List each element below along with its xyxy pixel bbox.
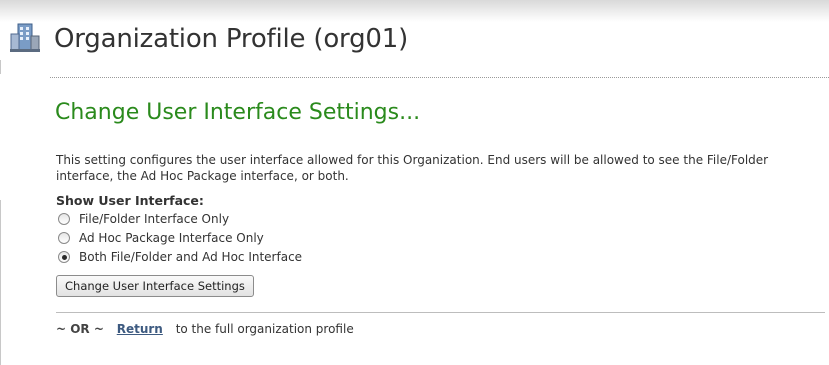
option-label: Both File/Folder and Ad Hoc Interface — [79, 250, 303, 264]
option-file-folder-only[interactable]: File/Folder Interface Only — [58, 211, 229, 227]
option-label: Ad Hoc Package Interface Only — [79, 231, 264, 245]
show-interface-label: Show User Interface: — [56, 193, 204, 208]
organization-building-icon — [10, 23, 40, 52]
return-link[interactable]: Return — [117, 322, 163, 336]
left-edge-line — [0, 200, 1, 365]
or-separator: ~ OR ~ — [56, 322, 104, 336]
change-settings-button[interactable]: Change User Interface Settings — [56, 275, 254, 297]
option-both-interfaces[interactable]: Both File/Folder and Ad Hoc Interface — [58, 249, 302, 265]
footer-divider — [56, 312, 825, 313]
title-divider — [50, 77, 829, 78]
footer-line: ~ OR ~ Return to the full organization p… — [56, 322, 354, 336]
section-description: This setting configures the user interfa… — [56, 153, 769, 183]
radio-file-folder-only[interactable] — [58, 213, 70, 225]
section-heading: Change User Interface Settings... — [55, 100, 421, 125]
option-ad-hoc-only[interactable]: Ad Hoc Package Interface Only — [58, 230, 264, 246]
window-top-bar — [0, 0, 829, 22]
option-label: File/Folder Interface Only — [79, 212, 230, 226]
page-title: Organization Profile (org01) — [54, 24, 409, 54]
left-edge-line — [0, 60, 1, 74]
radio-both-interfaces[interactable] — [58, 251, 70, 263]
return-suffix: to the full organization profile — [175, 322, 354, 336]
radio-ad-hoc-only[interactable] — [58, 232, 70, 244]
